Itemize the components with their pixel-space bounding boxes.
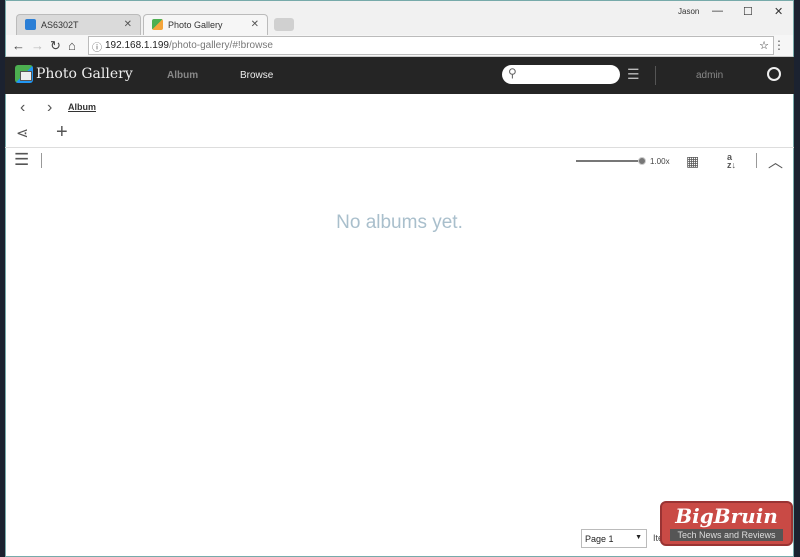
divider xyxy=(756,153,757,168)
account-icon[interactable] xyxy=(767,67,781,81)
page: Photo Gallery Album Browse ⚲ ☰ admin ‹ ›… xyxy=(5,0,794,557)
zoom-slider[interactable] xyxy=(576,160,642,162)
forward-arrow-icon[interactable]: › xyxy=(47,99,52,117)
breadcrumb-album[interactable]: Album xyxy=(68,102,96,112)
user-name[interactable]: admin xyxy=(696,70,723,81)
page-select[interactable]: Page 1 ▼ xyxy=(581,529,647,548)
watermark-logo: BigBruin Tech News and Reviews xyxy=(660,501,793,546)
photo-gallery-logo-icon xyxy=(15,65,33,83)
share-icon[interactable]: ⋖ xyxy=(16,124,29,142)
dropdown-arrow-icon: ▼ xyxy=(635,534,642,541)
add-icon[interactable]: + xyxy=(56,121,68,144)
grid-view-icon[interactable]: ▦ xyxy=(686,153,699,170)
page-select-value: Page 1 xyxy=(585,534,614,544)
sort-az-icon[interactable]: a z↓ xyxy=(727,153,736,170)
zoom-level: 1.00x xyxy=(650,157,670,166)
empty-message: No albums yet. xyxy=(336,212,463,233)
app-title: Photo Gallery xyxy=(36,66,133,82)
watermark-subtitle: Tech News and Reviews xyxy=(670,529,783,541)
divider xyxy=(41,153,42,168)
nav-browse[interactable]: Browse xyxy=(240,70,273,81)
menu-icon[interactable]: ☰ xyxy=(14,150,29,170)
search-input[interactable]: ⚲ xyxy=(502,65,620,84)
search-icon: ⚲ xyxy=(508,66,517,80)
search-options-icon[interactable]: ☰ xyxy=(627,66,640,83)
nav-album[interactable]: Album xyxy=(167,70,198,81)
collapse-icon[interactable]: ︿ xyxy=(768,151,783,172)
app-header: Photo Gallery Album Browse ⚲ ☰ admin xyxy=(5,57,794,94)
divider xyxy=(5,147,794,148)
divider xyxy=(655,66,656,85)
zoom-slider-handle[interactable] xyxy=(638,157,646,165)
back-arrow-icon[interactable]: ‹ xyxy=(20,99,25,117)
